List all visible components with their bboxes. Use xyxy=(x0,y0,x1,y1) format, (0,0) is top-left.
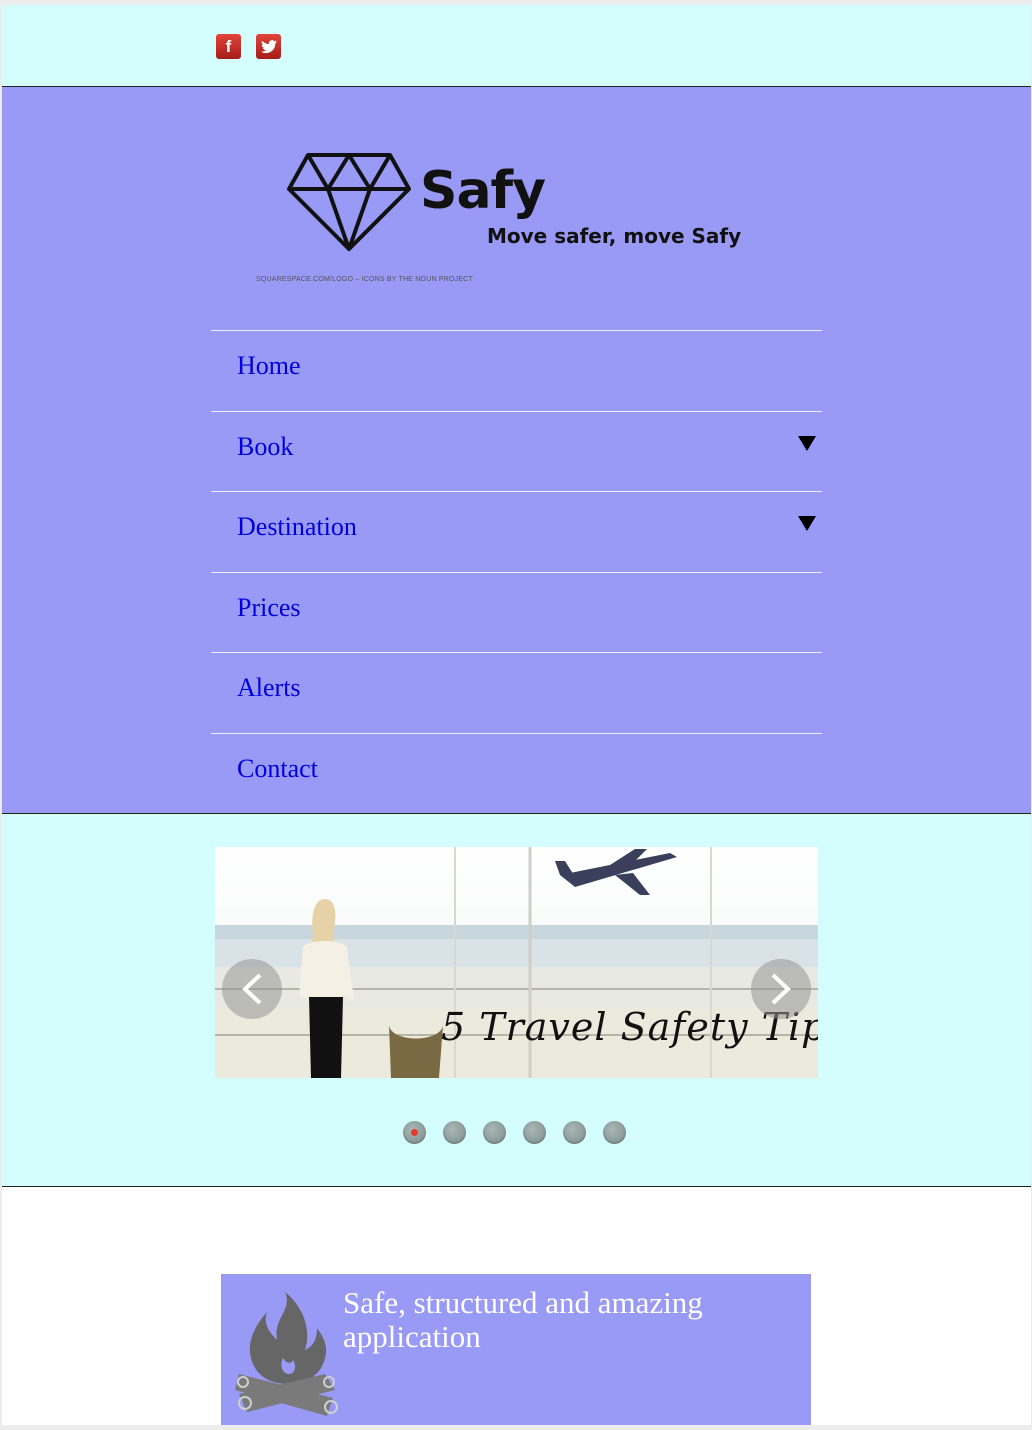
slider-prev-button[interactable] xyxy=(222,959,282,1019)
chevron-right-icon xyxy=(771,973,791,1005)
nav-item-book[interactable]: Book xyxy=(211,410,822,492)
nav-link-contact[interactable]: Contact xyxy=(237,754,318,784)
nav-link-home[interactable]: Home xyxy=(237,351,301,381)
nav-link-book[interactable]: Book xyxy=(237,432,293,462)
dropdown-arrow-icon[interactable] xyxy=(798,435,816,451)
main-nav: Home Book Destination Prices Alerts Cont… xyxy=(211,330,822,813)
slider-dot-6[interactable] xyxy=(603,1121,626,1144)
slide-image: 5 Travel Safety Tips xyxy=(215,847,818,1078)
facebook-icon[interactable]: f xyxy=(216,34,241,59)
slider-next-button[interactable] xyxy=(751,959,811,1019)
slider-dot-5[interactable] xyxy=(563,1121,586,1144)
diamond-icon xyxy=(287,153,411,251)
feature-section: Safe, structured and amazing application xyxy=(2,1187,1031,1425)
twitter-icon[interactable] xyxy=(256,34,281,59)
nav-item-alerts[interactable]: Alerts xyxy=(211,652,822,733)
logo[interactable]: Safy Move safer, move Safy xyxy=(286,147,766,257)
nav-item-prices[interactable]: Prices xyxy=(211,571,822,653)
slider-dot-1[interactable] xyxy=(403,1121,426,1144)
brand-tagline: Move safer, move Safy xyxy=(487,224,742,248)
logo-credit: SQUARESPACE.COM/LOGO – ICONS BY THE NOUN… xyxy=(256,276,473,283)
social-bar: f xyxy=(2,5,1031,87)
brand-name: Safy xyxy=(420,161,546,221)
slider-dot-4[interactable] xyxy=(523,1121,546,1144)
nav-link-prices[interactable]: Prices xyxy=(237,593,301,623)
nav-item-destination[interactable]: Destination xyxy=(211,491,822,572)
nav-item-contact[interactable]: Contact xyxy=(211,732,822,814)
nav-link-alerts[interactable]: Alerts xyxy=(237,673,301,703)
slider-section: 5 Travel Safety Tips xyxy=(2,814,1031,1187)
site-header: Safy Move safer, move Safy SQUARESPACE.C… xyxy=(2,87,1031,814)
nav-link-destination[interactable]: Destination xyxy=(237,512,357,542)
slider-dot-2[interactable] xyxy=(443,1121,466,1144)
campfire-icon xyxy=(235,1292,338,1416)
page: f Safy Move safer, move Safy SQUARESPACE… xyxy=(2,5,1031,1425)
feature-headline: Safe, structured and amazing application xyxy=(343,1285,703,1354)
slider-dot-3[interactable] xyxy=(483,1121,506,1144)
nav-item-home[interactable]: Home xyxy=(211,330,822,411)
feature-card: Safe, structured and amazing application xyxy=(221,1274,811,1425)
chevron-left-icon xyxy=(242,973,262,1005)
dropdown-arrow-icon[interactable] xyxy=(798,516,816,531)
